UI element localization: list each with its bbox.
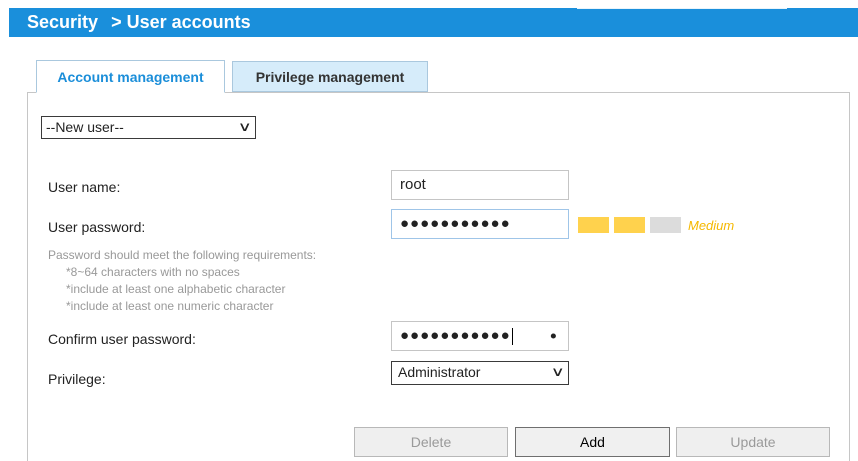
add-button[interactable]: Add [515,427,670,457]
text-caret [511,327,513,345]
password-value: ●●●●●●●●●●● [400,215,511,232]
user-select[interactable]: --New user-- ∨ [41,116,256,139]
password-requirements-intro: Password should meet the following requi… [48,248,317,262]
page-title: Security > User accounts [27,12,251,33]
strength-label: Medium [688,218,735,233]
breadcrumb-page: User accounts [126,12,251,32]
username-input[interactable]: root [391,170,569,200]
password-requirement-item: *include at least one alphabetic charact… [66,282,286,296]
update-button[interactable]: Update [676,427,830,457]
chevron-down-icon: ∨ [551,364,566,379]
tab-account-management[interactable]: Account management [36,60,225,93]
privilege-label: Privilege: [48,371,106,387]
tab-privilege-management[interactable]: Privilege management [232,61,428,92]
username-value: root [400,176,426,193]
strength-segment-1 [578,217,609,233]
strength-segment-3 [650,217,681,233]
privilege-select[interactable]: Administrator ∨ [391,361,569,385]
password-requirement-item: *include at least one numeric character [66,299,274,313]
username-label: User name: [48,179,121,195]
strength-segment-2 [614,217,645,233]
confirm-password-input[interactable]: ●●●●●●●●●●● ⚫︎ [391,321,569,351]
confirm-password-value: ●●●●●●●●●●● [400,327,511,344]
show-password-eye-icon[interactable]: ⚫︎ [549,330,558,343]
privilege-select-value: Administrator [398,364,481,380]
password-input[interactable]: ●●●●●●●●●●● [391,209,569,239]
breadcrumb-separator: > [111,12,122,32]
delete-button[interactable]: Delete [354,427,508,457]
password-requirement-item: *8~64 characters with no spaces [66,265,240,279]
chevron-down-icon: ∨ [238,119,253,134]
confirm-password-label: Confirm user password: [48,331,196,347]
user-select-value: --New user-- [46,119,124,135]
page-header: Security > User accounts [9,6,858,37]
breadcrumb-section: Security [27,12,99,32]
password-label: User password: [48,219,146,235]
header-accent-strip [577,6,787,9]
